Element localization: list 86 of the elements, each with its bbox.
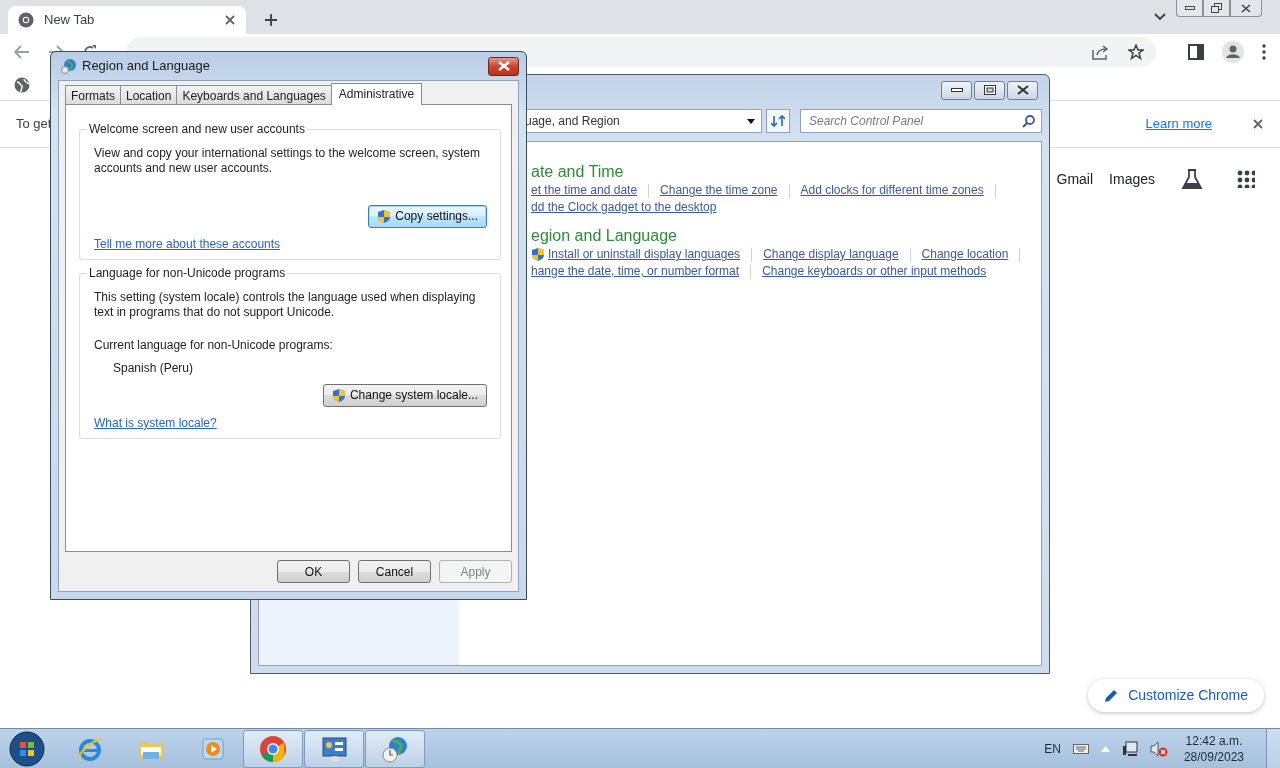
- clock-time[interactable]: 12:42 a.m.: [1183, 732, 1244, 749]
- minimize-icon: [1184, 5, 1195, 11]
- tab[interactable]: Location: [120, 85, 178, 104]
- minimize-icon: [950, 87, 963, 93]
- browser-logo-icon: [259, 734, 287, 763]
- new-tab-icon[interactable]: [264, 13, 278, 27]
- muted-speaker-icon[interactable]: [1149, 740, 1168, 757]
- tab-title: New Tab: [44, 11, 96, 30]
- globe-icon[interactable]: [14, 77, 30, 93]
- globe-clock-icon: [381, 734, 409, 763]
- action-button[interactable]: Copy settings...: [368, 205, 487, 228]
- restore-icon: [1211, 3, 1222, 13]
- category-link[interactable]: Add clocks for different time zones: [800, 182, 984, 199]
- menu-icon[interactable]: [1262, 44, 1266, 60]
- action-button[interactable]: Change system locale...: [322, 384, 487, 407]
- category-link[interactable]: Change display language: [763, 246, 899, 263]
- info-text: To get: [16, 115, 52, 134]
- category-link[interactable]: dd the Clock gadget to the desktop: [531, 199, 717, 216]
- tab[interactable]: Keyboards and Languages: [176, 85, 332, 104]
- refresh-icon: [771, 115, 785, 127]
- field-label: Current language for non-Unicode programs:: [94, 338, 334, 353]
- category-link[interactable]: et the time and date: [531, 182, 638, 199]
- shortcut-link[interactable]: Gmail: [1056, 168, 1094, 190]
- search-input[interactable]: Search Control Panel: [807, 111, 1022, 131]
- search-field[interactable]: Search Control Panel: [800, 109, 1042, 133]
- tab[interactable]: Administrative: [330, 83, 423, 105]
- close-icon[interactable]: [224, 14, 236, 26]
- close-icon: [1016, 85, 1029, 95]
- category-title[interactable]: ate and Time: [531, 162, 1041, 182]
- minimize-button[interactable]: [941, 80, 972, 100]
- tab[interactable]: Formats: [65, 85, 121, 104]
- browser-logo-icon: [18, 12, 34, 28]
- search-icon[interactable]: [1022, 114, 1035, 128]
- minimize-button[interactable]: [1176, 0, 1203, 17]
- control-panel-icon: [320, 734, 348, 763]
- clock-date[interactable]: 28/09/2023: [1183, 748, 1244, 765]
- category-link[interactable]: Change the time zone: [660, 182, 778, 199]
- window-title: Region and Language: [82, 57, 210, 76]
- language-indicator[interactable]: EN: [1044, 739, 1061, 758]
- browser-tab[interactable]: New Tab: [8, 6, 246, 34]
- description-text: View and copy your international settings to the welcome screen, system accounts and new user accounts.: [94, 146, 481, 176]
- close-icon: [1241, 3, 1251, 13]
- field-value: Spanish (Peru): [113, 361, 194, 376]
- close-button[interactable]: [1007, 80, 1038, 100]
- group-title: Language for non-Unicode programs: [87, 266, 288, 281]
- side-panel-icon[interactable]: [1188, 44, 1204, 60]
- shortcut-link[interactable]: Images: [1109, 168, 1155, 190]
- taskbar-button[interactable]: [365, 729, 425, 768]
- close-icon[interactable]: [1252, 118, 1264, 130]
- back-arrow-icon[interactable]: [14, 45, 30, 59]
- category-title[interactable]: egion and Language: [531, 226, 1041, 246]
- share-icon[interactable]: [1092, 44, 1110, 60]
- description-text: This setting (system locale) controls the language used when displaying text in programs that do not support Unicode.: [94, 290, 477, 320]
- category-link[interactable]: Install or uninstall display languages: [548, 246, 741, 263]
- pencil-icon: [1104, 688, 1119, 703]
- shield-icon: [377, 209, 392, 224]
- close-button[interactable]: [488, 56, 519, 76]
- start-orb-icon[interactable]: [8, 730, 46, 767]
- learn-more-link[interactable]: Learn more: [1145, 114, 1212, 134]
- help-link[interactable]: What is system locale?: [94, 416, 217, 431]
- refresh-button[interactable]: [766, 109, 790, 133]
- star-icon[interactable]: [1128, 44, 1144, 60]
- taskbar-button[interactable]: [304, 729, 364, 768]
- maximize-icon: [983, 85, 996, 95]
- dropdown-arrow-icon[interactable]: [747, 118, 755, 124]
- caret-icon[interactable]: [1154, 13, 1166, 21]
- taskbar-button[interactable]: [243, 729, 303, 768]
- shield-icon: [331, 388, 346, 403]
- category-link[interactable]: Change location: [921, 246, 1009, 263]
- shield-icon: [531, 247, 545, 262]
- close-icon: [497, 61, 510, 71]
- network-icon[interactable]: [1121, 740, 1138, 757]
- apps-grid-icon[interactable]: [1237, 170, 1255, 188]
- flask-icon[interactable]: [1181, 168, 1203, 190]
- profile-icon[interactable]: [1222, 41, 1244, 63]
- globe-icon: [61, 58, 77, 74]
- maximize-button[interactable]: [974, 80, 1005, 100]
- category-link[interactable]: hange the date, time, or number format: [531, 263, 740, 280]
- dialog-button[interactable]: Cancel: [358, 560, 431, 583]
- keyboard-icon[interactable]: [1072, 743, 1089, 754]
- restore-button[interactable]: [1203, 0, 1230, 17]
- help-link[interactable]: Tell me more about these accounts: [94, 237, 281, 252]
- category-link[interactable]: Change keyboards or other input methods: [762, 263, 987, 280]
- close-button[interactable]: [1230, 0, 1262, 17]
- customize-button[interactable]: Customize Chrome: [1088, 679, 1264, 712]
- dialog-button[interactable]: OK: [277, 560, 350, 583]
